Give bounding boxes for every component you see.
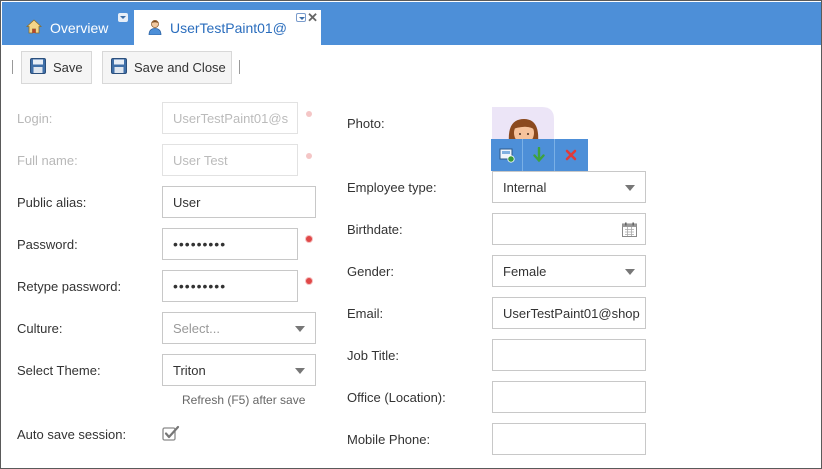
- public-alias-label: Public alias:: [17, 195, 87, 210]
- chevron-down-icon[interactable]: [625, 269, 635, 275]
- photo-upload-button[interactable]: [491, 139, 523, 171]
- photo-label: Photo:: [347, 116, 385, 131]
- login-field: UserTestPaint01@s: [162, 102, 298, 134]
- photo-toolbar: [491, 139, 588, 171]
- office-location-field[interactable]: [492, 381, 646, 413]
- required-indicator: [306, 111, 312, 117]
- job-title-label: Job Title:: [347, 348, 400, 363]
- gender-label: Gender:: [347, 264, 394, 279]
- checkbox-checked-icon: [162, 425, 180, 441]
- user-editor-window: Overview UserTestPaint01@ ✕ Save Save an…: [0, 0, 822, 469]
- calendar-icon[interactable]: [622, 222, 637, 240]
- theme-select[interactable]: Triton: [162, 354, 316, 386]
- user-icon: [148, 19, 162, 38]
- select-theme-label: Select Theme:: [17, 363, 101, 378]
- password-field[interactable]: •••••••••: [162, 228, 298, 260]
- save-button[interactable]: Save: [21, 51, 92, 84]
- full-name-field: User Test: [162, 144, 298, 176]
- tab-overview-label: Overview: [50, 20, 109, 36]
- tab-overview[interactable]: Overview: [8, 10, 131, 46]
- close-icon[interactable]: ✕: [307, 10, 318, 26]
- save-and-close-button-label: Save and Close: [134, 60, 226, 75]
- tab-user[interactable]: UserTestPaint01@ ✕: [134, 10, 321, 46]
- theme-select-value: Triton: [173, 362, 206, 378]
- arrow-down-icon: [532, 147, 545, 163]
- gender-select[interactable]: Female: [492, 255, 646, 287]
- tab-bar: Overview UserTestPaint01@ ✕: [2, 2, 821, 46]
- required-indicator: [306, 278, 312, 284]
- photo-delete-button[interactable]: [555, 139, 587, 171]
- culture-label: Culture:: [17, 321, 63, 336]
- tab-menu-icon[interactable]: [118, 13, 128, 22]
- culture-select[interactable]: Select...: [162, 312, 316, 344]
- chevron-down-icon[interactable]: [295, 368, 305, 374]
- tab-user-label: UserTestPaint01@: [170, 20, 287, 36]
- toolbar: Save Save and Close: [2, 45, 821, 90]
- culture-select-placeholder: Select...: [173, 320, 220, 336]
- employee-type-value: Internal: [503, 179, 547, 195]
- floppy-disk-icon: [30, 58, 46, 77]
- toolbar-separator: [12, 60, 13, 74]
- chevron-down-icon[interactable]: [625, 185, 635, 191]
- auto-save-session-label: Auto save session:: [17, 427, 127, 442]
- job-title-field[interactable]: [492, 339, 646, 371]
- tab-menu-icon[interactable]: [296, 13, 306, 22]
- image-upload-icon: [499, 148, 515, 163]
- required-indicator: [306, 236, 312, 242]
- avatar: [492, 107, 554, 143]
- mobile-phone-label: Mobile Phone:: [347, 432, 431, 447]
- public-alias-field[interactable]: User: [162, 186, 316, 218]
- theme-hint: Refresh (F5) after save: [182, 393, 306, 407]
- save-and-close-button[interactable]: Save and Close: [102, 51, 232, 84]
- employee-type-select[interactable]: Internal: [492, 171, 646, 203]
- office-location-label: Office (Location):: [347, 390, 446, 405]
- email-label: Email:: [347, 306, 384, 321]
- email-field[interactable]: UserTestPaint01@shop: [492, 297, 646, 329]
- required-indicator: [306, 153, 312, 159]
- retype-password-field[interactable]: •••••••••: [162, 270, 298, 302]
- full-name-label: Full name:: [17, 153, 78, 168]
- login-label: Login:: [17, 111, 53, 126]
- floppy-disk-icon: [111, 58, 127, 77]
- delete-icon: [565, 149, 577, 161]
- save-button-label: Save: [53, 60, 83, 75]
- employee-type-label: Employee type:: [347, 180, 437, 195]
- retype-password-label: Retype password:: [17, 279, 122, 294]
- photo-download-button[interactable]: [523, 139, 555, 171]
- chevron-down-icon[interactable]: [295, 326, 305, 332]
- auto-save-session-checkbox[interactable]: [162, 425, 180, 445]
- password-label: Password:: [17, 237, 78, 252]
- home-icon: [25, 19, 43, 37]
- gender-value: Female: [503, 263, 547, 279]
- birthdate-label: Birthdate:: [347, 222, 403, 237]
- mobile-phone-field[interactable]: [492, 423, 646, 455]
- birthdate-field[interactable]: [492, 213, 646, 245]
- toolbar-separator: [239, 60, 240, 74]
